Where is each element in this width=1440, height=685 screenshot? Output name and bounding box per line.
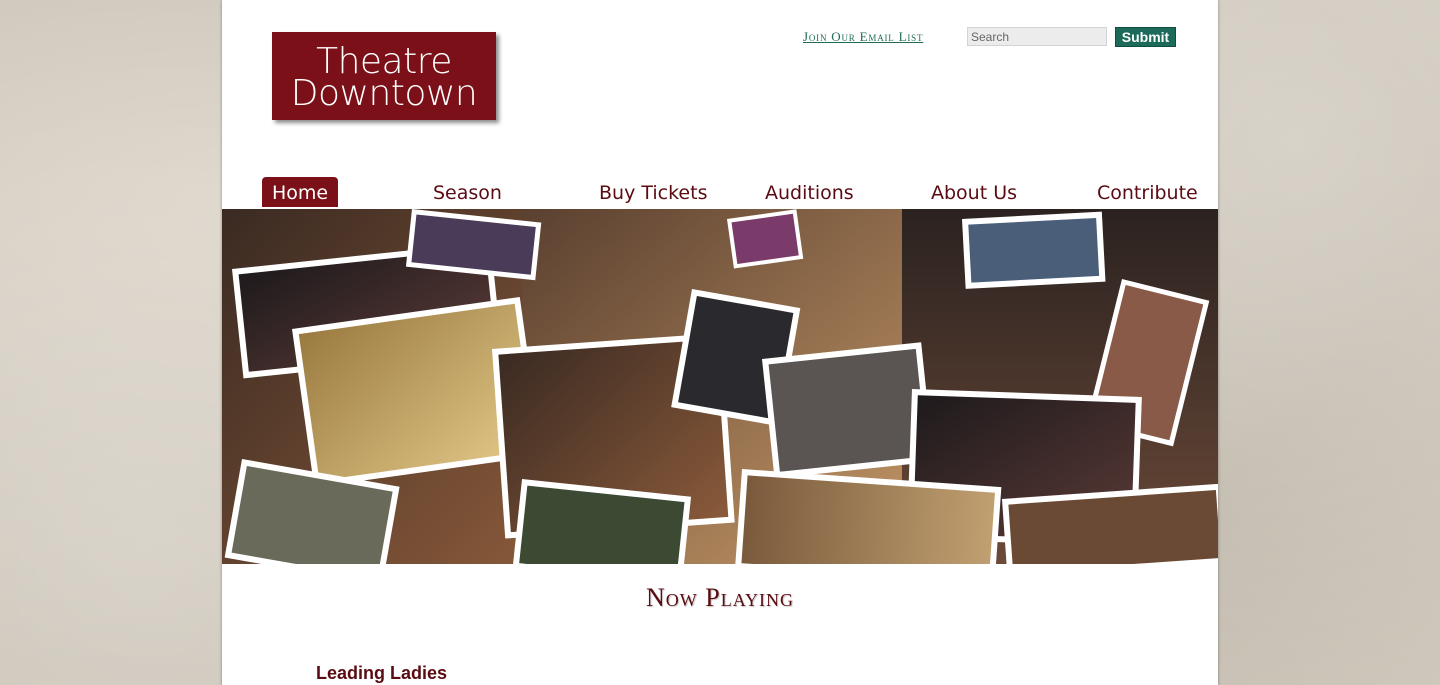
nav-item-auditions[interactable]: Auditions — [765, 177, 854, 207]
main-navigation: Home Season Buy Tickets Auditions About … — [222, 177, 1218, 211]
nav-item-home[interactable]: Home — [262, 177, 339, 207]
nav-item-buy-tickets[interactable]: Buy Tickets — [599, 177, 707, 207]
nav-item-contribute[interactable]: Contribute — [1097, 177, 1198, 207]
photo-collage-icon — [222, 209, 1218, 564]
logo-line-2: Downtown — [290, 73, 478, 114]
photo-collage-banner — [222, 209, 1218, 564]
search-input[interactable] — [967, 27, 1107, 46]
show-title-link[interactable]: Leading Ladies — [316, 663, 447, 684]
nav-item-about-us[interactable]: About Us — [931, 177, 1017, 207]
join-email-list-link[interactable]: Join Our Email List — [803, 29, 923, 45]
now-playing-heading: Now Playing — [645, 583, 795, 612]
nav-item-season[interactable]: Season — [433, 177, 502, 207]
theatre-downtown-logo[interactable]: Theatre Downtown — [272, 32, 496, 120]
search-submit-button[interactable]: Submit — [1115, 27, 1176, 47]
page-container: Theatre Downtown Join Our Email List Sub… — [222, 0, 1218, 685]
